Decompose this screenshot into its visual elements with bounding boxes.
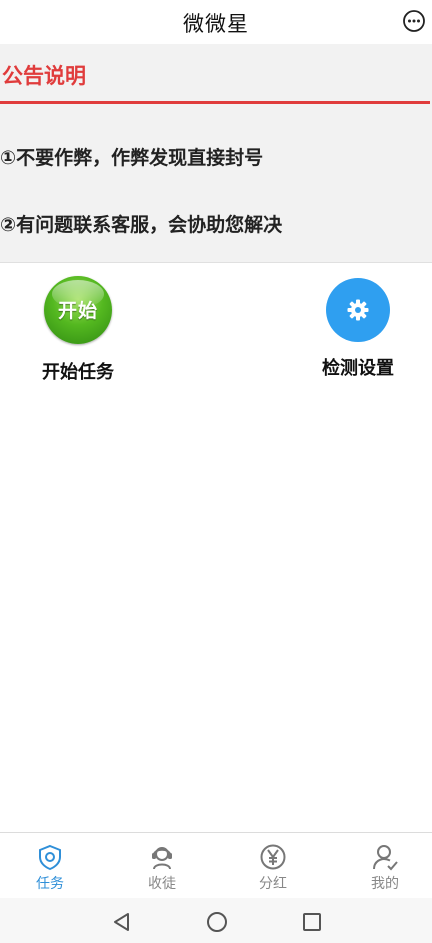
app-header: 微微星 xyxy=(0,0,432,44)
gear-icon xyxy=(326,278,390,342)
tab-label: 任务 xyxy=(36,876,64,892)
action-grid: 开始 开始任务 检测设置 xyxy=(0,263,432,403)
notice-item: ①不要作弊，作弊发现直接封号 xyxy=(0,147,264,169)
check-settings-label: 检测设置 xyxy=(322,358,394,379)
back-icon[interactable] xyxy=(111,911,133,933)
recents-icon[interactable] xyxy=(301,911,323,933)
notice-title: 公告说明 xyxy=(2,64,86,88)
notice-divider xyxy=(0,101,430,104)
start-task-label: 开始任务 xyxy=(42,362,114,383)
tab-mine[interactable]: 我的 xyxy=(345,843,425,893)
tab-dividends[interactable]: 分红 xyxy=(233,843,313,893)
start-task-button[interactable]: 开始 开始任务 xyxy=(23,276,133,384)
bottom-tab-bar: 任务 收徒 分红 我的 xyxy=(0,832,432,899)
start-icon-text: 开始 xyxy=(57,300,98,322)
tab-label: 收徒 xyxy=(148,876,176,892)
check-settings-button[interactable]: 检测设置 xyxy=(303,276,413,380)
home-icon[interactable] xyxy=(206,911,228,933)
notice-item: ②有问题联系客服，会协助您解决 xyxy=(0,214,283,236)
tab-label: 分红 xyxy=(259,876,287,892)
user-check-icon xyxy=(373,845,398,871)
system-navigation-bar xyxy=(0,898,432,943)
shield-icon xyxy=(39,844,61,871)
notice-section: 公告说明 ①不要作弊，作弊发现直接封号 ②有问题联系客服，会协助您解决 xyxy=(0,44,432,263)
tab-label: 我的 xyxy=(371,876,399,892)
tab-recruit[interactable]: 收徒 xyxy=(122,843,202,893)
chat-dots-icon[interactable] xyxy=(402,9,426,33)
user-headset-icon xyxy=(152,847,172,870)
page-title: 微微星 xyxy=(183,12,249,36)
start-icon: 开始 xyxy=(44,276,112,344)
tab-tasks[interactable]: 任务 xyxy=(10,843,90,893)
yen-circle-icon xyxy=(260,844,286,870)
